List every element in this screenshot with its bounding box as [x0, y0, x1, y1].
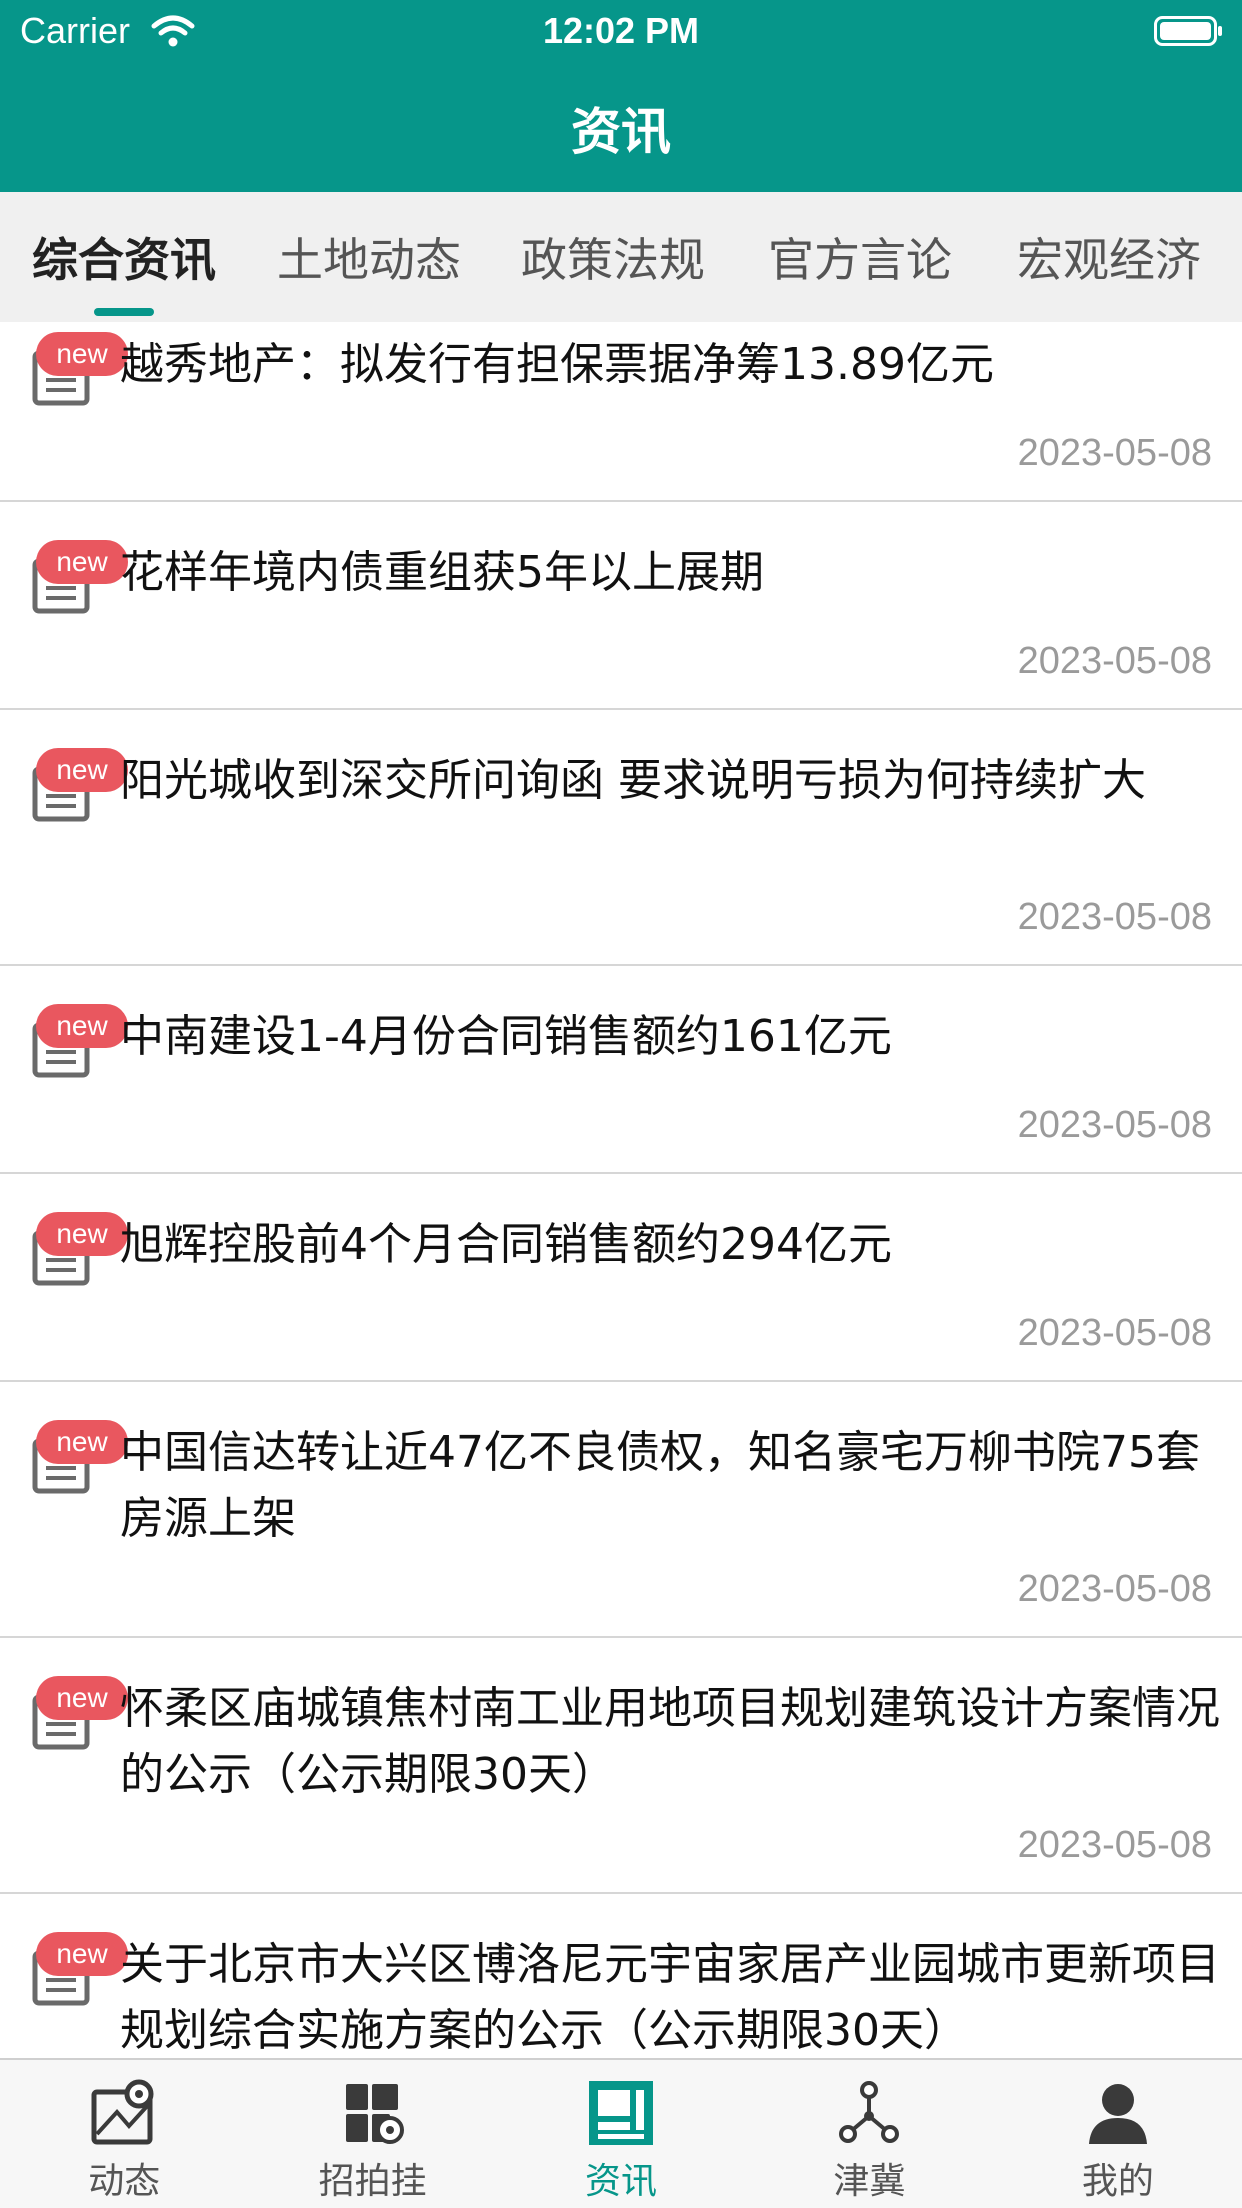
tab-label: 宏观经济: [1017, 233, 1201, 287]
news-title: 关于北京市大兴区博洛尼元宇宙家居产业园城市更新项目规划综合实施方案的公示（公示期…: [120, 1939, 1220, 2056]
tab-comprehensive-news[interactable]: 综合资讯: [0, 192, 248, 322]
news-item[interactable]: new 中国信达转让近47亿不良债权，知名豪宅万柳书院75套房源上架 2023-…: [0, 1382, 1242, 1638]
auction-icon: [345, 2084, 404, 2144]
news-title: 阳光城收到深交所问询函 要求说明亏损为何持续扩大: [120, 755, 1146, 806]
tab-label: 土地动态: [277, 233, 461, 287]
news-title: 中南建设1-4月份合同销售额约161亿元: [120, 1011, 892, 1062]
news-list: new 越秀地产：拟发行有担保票据净筹13.89亿元 2023-05-08 ne…: [0, 322, 1242, 2058]
new-badge: new: [36, 748, 128, 792]
new-badge: new: [36, 1420, 128, 1464]
status-bar: Carrier 12:02 PM: [0, 0, 1242, 62]
tab-label: 政策法规: [521, 233, 705, 287]
tabbar-item-jinji[interactable]: 津冀: [745, 2060, 993, 2208]
news-date: 2023-05-08: [1017, 1312, 1212, 1354]
tabbar-item-news[interactable]: 资讯: [497, 2060, 745, 2208]
new-badge: new: [36, 332, 128, 376]
news-item[interactable]: new 旭辉控股前4个月合同销售额约294亿元 2023-05-08: [0, 1174, 1242, 1382]
tabbar-label: 我的: [1081, 2161, 1154, 2202]
map-icon: [91, 2079, 154, 2145]
tab-label: 综合资讯: [32, 233, 216, 287]
tab-macro-economy[interactable]: 宏观经济: [984, 192, 1234, 322]
tab-policy-regulations[interactable]: 政策法规: [490, 192, 736, 322]
user-icon: [1088, 2084, 1147, 2144]
news-item[interactable]: new 怀柔区庙城镇焦村南工业用地项目规划建筑设计方案情况的公示（公示期限30天…: [0, 1638, 1242, 1894]
bottom-tab-bar: 动态 招拍挂 资讯 津冀 我的: [0, 2058, 1242, 2208]
news-item[interactable]: new 关于北京市大兴区博洛尼元宇宙家居产业园城市更新项目规划综合实施方案的公示…: [0, 1894, 1242, 2058]
news-title: 怀柔区庙城镇焦村南工业用地项目规划建筑设计方案情况的公示（公示期限30天）: [120, 1683, 1220, 1800]
tabbar-label: 招拍挂: [318, 2161, 427, 2202]
news-title: 旭辉控股前4个月合同销售额约294亿元: [120, 1219, 892, 1270]
new-badge: new: [36, 540, 128, 584]
tab-land-dynamics[interactable]: 土地动态: [248, 192, 490, 322]
tab-label: 官方言论: [768, 233, 952, 287]
news-date: 2023-05-08: [1017, 640, 1212, 682]
tabbar-item-mine[interactable]: 我的: [994, 2060, 1242, 2208]
news-title: 花样年境内债重组获5年以上展期: [120, 547, 764, 598]
news-title: 越秀地产：拟发行有担保票据净筹13.89亿元: [120, 339, 994, 390]
active-tab-indicator: [94, 308, 154, 316]
new-badge: new: [36, 1212, 128, 1256]
news-icon: [589, 2081, 654, 2145]
news-item[interactable]: new 中南建设1-4月份合同销售额约161亿元 2023-05-08: [0, 966, 1242, 1174]
status-time: 12:02 PM: [542, 10, 700, 51]
tabbar-label: 津冀: [833, 2161, 906, 2202]
tab-official-statements[interactable]: 官方言论: [736, 192, 984, 322]
news-item[interactable]: new 越秀地产：拟发行有担保票据净筹13.89亿元 2023-05-08: [0, 322, 1242, 502]
tabbar-label: 资讯: [585, 2161, 658, 2202]
news-title: 中国信达转让近47亿不良债权，知名豪宅万柳书院75套房源上架: [120, 1427, 1200, 1544]
news-date: 2023-05-08: [1017, 896, 1212, 938]
tabbar-item-dynamics[interactable]: 动态: [0, 2060, 248, 2208]
news-item[interactable]: new 花样年境内债重组获5年以上展期 2023-05-08: [0, 502, 1242, 710]
new-badge: new: [36, 1676, 128, 1720]
news-date: 2023-05-08: [1017, 1104, 1212, 1146]
new-badge: new: [36, 1004, 128, 1048]
new-badge: new: [36, 1932, 128, 1976]
battery-icon: [1154, 16, 1222, 46]
tabbar-label: 动态: [88, 2161, 161, 2202]
category-tabs: 综合资讯 土地动态 政策法规 官方言论 宏观经济: [0, 192, 1242, 322]
news-date: 2023-05-08: [1017, 1824, 1212, 1866]
tabbar-item-auction[interactable]: 招拍挂: [248, 2060, 496, 2208]
page-title: 资讯: [571, 103, 671, 161]
news-item[interactable]: new 阳光城收到深交所问询函 要求说明亏损为何持续扩大 2023-05-08: [0, 710, 1242, 966]
app-header: Carrier 12:02 PM 资讯: [0, 0, 1242, 192]
news-date: 2023-05-08: [1017, 432, 1212, 474]
news-date: 2023-05-08: [1017, 1568, 1212, 1610]
network-icon: [839, 2081, 900, 2143]
